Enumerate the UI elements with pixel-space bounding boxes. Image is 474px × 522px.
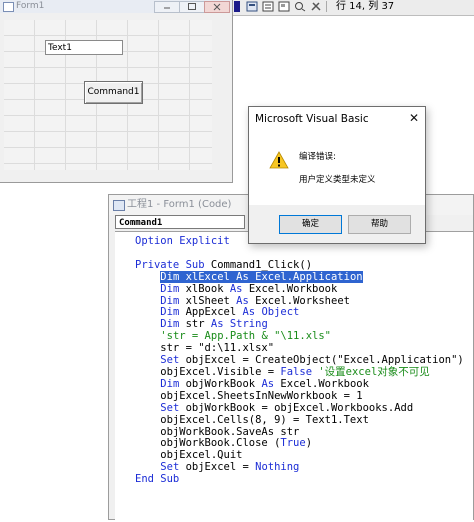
code-token: objWorkBook = objExcel.Workbooks.Add — [179, 401, 414, 414]
code-token: Command1_Click() — [204, 258, 313, 271]
code-keyword: Private Sub — [135, 258, 205, 271]
code-token: objExcel.Visible = — [135, 365, 281, 378]
code-token: objExcel = — [179, 461, 256, 474]
code-line[interactable]: Set objExcel = Nothing — [135, 461, 464, 474]
code-token: ) — [305, 437, 313, 450]
maximize-button[interactable] — [179, 1, 205, 13]
error-message: 用户定义类型未定义 — [299, 175, 376, 185]
code-selection: Dim xlExcel As Excel.Application — [160, 270, 363, 283]
code-token: AppExcel — [179, 306, 243, 319]
code-window-title: 工程1 - Form1 (Code) — [127, 199, 232, 210]
code-keyword: Set — [160, 401, 180, 414]
code-keyword: End Sub — [135, 473, 180, 486]
code-token: objExcel.Quit — [135, 449, 243, 462]
form-layout-icon[interactable] — [278, 1, 290, 12]
code-keyword: False — [280, 365, 313, 378]
code-token: Excel.Workbook — [274, 377, 369, 390]
code-token: str = "d:\11.xlsx" — [135, 342, 275, 355]
code-keyword: Set — [160, 354, 180, 367]
code-keyword: Option Explicit — [135, 235, 230, 247]
code-token: objWorkBook — [179, 377, 262, 390]
object-browser-icon[interactable] — [294, 1, 306, 12]
project-explorer-icon[interactable] — [246, 1, 258, 12]
dialog-footer: 确定 帮助 — [249, 205, 425, 243]
toolbox-icon[interactable] — [310, 1, 322, 12]
properties-icon[interactable] — [262, 1, 274, 12]
dialog-close-button[interactable]: ✕ — [409, 111, 419, 125]
cursor-position-status: 行 14, 列 37 — [336, 1, 395, 12]
code-token: Excel.Worksheet — [248, 294, 350, 307]
code-keyword: As — [229, 282, 243, 295]
code-text[interactable]: Option Explicit Private Sub Command1_Cli… — [135, 235, 464, 486]
code-comment: '设置excel对象不可见 — [318, 365, 430, 378]
toolbar-separator-icon — [234, 1, 240, 12]
form1-window[interactable]: Form1 Text1 Command1 — [0, 0, 233, 183]
code-keyword: As — [261, 377, 275, 390]
toolbar-divider — [326, 1, 327, 12]
code-keyword: Dim — [160, 318, 180, 331]
code-line[interactable]: Private Sub Command1_Click() — [135, 258, 464, 272]
code-editor[interactable]: Option Explicit Private Sub Command1_Cli… — [115, 231, 473, 522]
form-icon — [3, 2, 14, 12]
ok-button[interactable]: 确定 — [279, 215, 342, 234]
close-button[interactable] — [204, 1, 230, 13]
object-dropdown[interactable]: Command1 — [115, 215, 245, 229]
code-keyword: Dim — [160, 294, 180, 307]
command1-button[interactable]: Command1 — [84, 81, 143, 104]
code-token: xlBook — [179, 282, 230, 295]
code-token: objExcel.Cells(8, 9) = Text1.Text — [135, 413, 369, 426]
code-line[interactable]: End Sub — [135, 473, 464, 486]
code-keyword: As String — [210, 318, 268, 331]
form1-titlebar[interactable]: Form1 — [0, 0, 232, 13]
code-keyword: Dim — [160, 306, 180, 319]
help-button[interactable]: 帮助 — [348, 215, 411, 234]
code-token: objWorkBook.SaveAs str — [135, 425, 300, 438]
code-keyword: As Object — [242, 306, 300, 319]
warning-icon — [269, 151, 289, 169]
code-keyword: As — [236, 294, 249, 307]
compile-error-dialog[interactable]: Microsoft Visual Basic ✕ 编译错误: 用户定义类型未定义… — [248, 106, 426, 244]
text1-textbox[interactable]: Text1 — [45, 40, 123, 55]
minimize-button[interactable] — [154, 1, 180, 13]
code-token: Excel.Workbook — [242, 282, 338, 295]
code-token: xlSheet — [179, 294, 237, 307]
code-keyword: Nothing — [255, 461, 300, 474]
code-token: objExcel.SheetsInNewWorkbook = 1 — [135, 389, 363, 402]
code-keyword: Set — [160, 461, 180, 474]
dialog-title: Microsoft Visual Basic — [255, 113, 369, 125]
code-window-icon — [113, 200, 125, 211]
code-token: objWorkBook.Close ( — [135, 437, 281, 450]
code-comment: 'str = App.Path & "\11.xls" — [160, 330, 331, 343]
code-token: objExcel = CreateObject("Excel.Applicati… — [179, 354, 464, 367]
code-keyword: Dim — [160, 377, 180, 390]
error-heading: 编译错误: — [299, 152, 336, 162]
code-token: str — [179, 318, 211, 331]
code-keyword: True — [280, 437, 306, 450]
form1-title: Form1 — [16, 1, 45, 11]
code-keyword: Dim — [160, 282, 180, 295]
